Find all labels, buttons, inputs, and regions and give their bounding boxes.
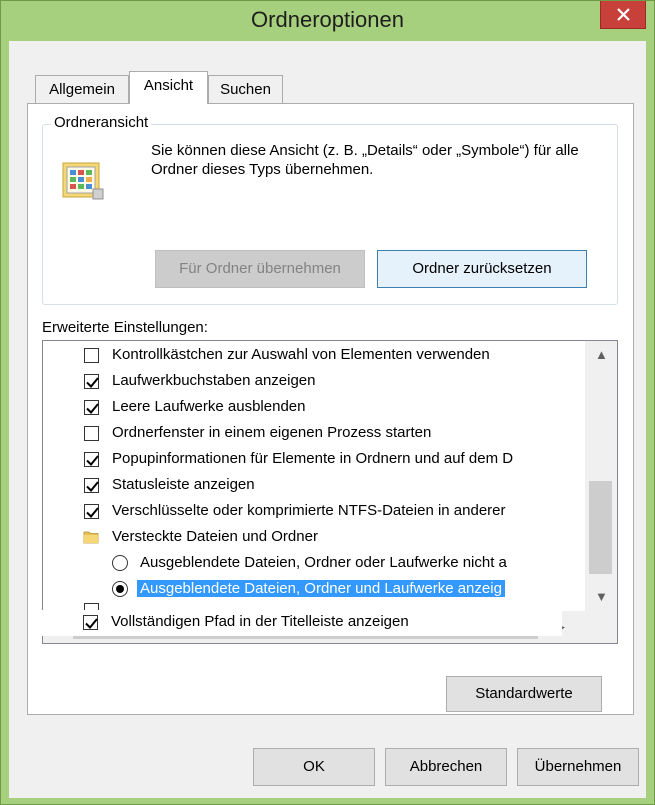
folder-view-icon bbox=[62, 162, 104, 200]
check-icon bbox=[86, 403, 99, 414]
list-item[interactable]: Leere Laufwerke ausblenden bbox=[43, 395, 583, 421]
advanced-settings-label: Erweiterte Einstellungen: bbox=[42, 319, 208, 336]
list-item-label: Vollständigen Pfad in der Titelleiste an… bbox=[111, 613, 409, 630]
check-icon bbox=[86, 481, 99, 492]
folder-view-group: Ordneransicht Sie können diese Ansicht (… bbox=[42, 114, 618, 305]
list-item-label: Popupinformationen für Elemente in Ordne… bbox=[112, 450, 514, 467]
apply-button[interactable]: Übernehmen bbox=[517, 748, 639, 786]
list-item-label: Ausgeblendete Dateien, Ordner und Laufwe… bbox=[137, 580, 505, 597]
vertical-scroll-thumb[interactable] bbox=[589, 481, 612, 574]
list-item[interactable]: Kontrollkästchen zur Auswahl von Element… bbox=[43, 343, 583, 369]
scroll-up-icon[interactable]: ▲ bbox=[595, 347, 608, 362]
list-item[interactable]: Vollständigen Pfad in der Titelleiste an… bbox=[42, 610, 562, 636]
list-item[interactable]: Ordnerfenster in einem eigenen Prozess s… bbox=[43, 421, 583, 447]
list-item[interactable]: Laufwerkbuchstaben anzeigen bbox=[43, 369, 583, 395]
checkbox[interactable] bbox=[84, 504, 99, 519]
list-item-label: Leere Laufwerke ausblenden bbox=[112, 398, 306, 415]
tab-label: Ansicht bbox=[143, 77, 194, 94]
tab-allgemein[interactable]: Allgemein bbox=[35, 75, 129, 103]
checkbox[interactable] bbox=[84, 348, 99, 363]
list-item-label: Laufwerkbuchstaben anzeigen bbox=[112, 372, 316, 389]
close-button[interactable] bbox=[600, 1, 646, 29]
title-bar[interactable]: Ordneroptionen bbox=[1, 1, 654, 41]
reset-folders-button[interactable]: Ordner zurücksetzen bbox=[377, 250, 587, 288]
list-item-label: Statusleiste anzeigen bbox=[112, 476, 255, 493]
list-item[interactable]: Verschlüsselte oder komprimierte NTFS-Da… bbox=[43, 499, 583, 525]
radio-dot bbox=[116, 585, 124, 593]
list-item-label: Kontrollkästchen zur Auswahl von Element… bbox=[112, 346, 490, 363]
checkbox[interactable] bbox=[84, 400, 99, 415]
window-title: Ordneroptionen bbox=[251, 7, 404, 32]
apply-to-folders-button[interactable]: Für Ordner übernehmen bbox=[155, 250, 365, 288]
list-item[interactable]: Versteckte Dateien und Ordner bbox=[43, 525, 583, 551]
radio-button[interactable] bbox=[112, 555, 128, 571]
check-icon bbox=[86, 455, 99, 466]
tab-ansicht[interactable]: Ansicht bbox=[129, 71, 208, 104]
checkbox[interactable] bbox=[83, 615, 98, 630]
group-label: Ordneransicht bbox=[51, 114, 152, 131]
folder-icon bbox=[83, 531, 99, 544]
check-icon bbox=[86, 507, 99, 518]
dialog-body: Allgemein Ansicht Suchen Ordneransicht S… bbox=[9, 41, 646, 798]
tab-label: Allgemein bbox=[49, 81, 115, 98]
cancel-button[interactable]: Abbrechen bbox=[385, 748, 507, 786]
scroll-down-icon[interactable]: ▼ bbox=[595, 589, 608, 604]
restore-defaults-button[interactable]: Standardwerte bbox=[446, 676, 602, 712]
check-icon bbox=[85, 618, 98, 629]
list-item-label: Ausgeblendete Dateien, Ordner oder Laufw… bbox=[140, 554, 507, 571]
close-icon bbox=[617, 8, 630, 21]
list-item-label: Verschlüsselte oder komprimierte NTFS-Da… bbox=[112, 502, 506, 519]
scrollbar-corner bbox=[585, 609, 617, 643]
list-item[interactable]: Statusleiste anzeigen bbox=[43, 473, 583, 499]
list-item[interactable]: Ausgeblendete Dateien, Ordner oder Laufw… bbox=[43, 551, 583, 577]
list-item-label: Ordnerfenster in einem eigenen Prozess s… bbox=[112, 424, 432, 441]
folder-options-window: Ordneroptionen Allgemein Ansicht Suchen … bbox=[0, 0, 655, 805]
check-icon bbox=[86, 377, 99, 388]
ok-button[interactable]: OK bbox=[253, 748, 375, 786]
advanced-settings-list[interactable]: Kontrollkästchen zur Auswahl von Element… bbox=[42, 340, 618, 644]
vertical-scrollbar[interactable]: ▲ ▼ bbox=[585, 341, 617, 609]
radio-button[interactable] bbox=[112, 581, 128, 597]
checkbox[interactable] bbox=[84, 374, 99, 389]
list-item-selected[interactable]: Ausgeblendete Dateien, Ordner und Laufwe… bbox=[43, 577, 583, 603]
tab-panel-ansicht: Ordneransicht Sie können diese Ansicht (… bbox=[27, 103, 634, 715]
list-item-label: Versteckte Dateien und Ordner bbox=[112, 528, 318, 545]
checkbox[interactable] bbox=[84, 426, 99, 441]
tab-suchen[interactable]: Suchen bbox=[208, 75, 283, 103]
tab-label: Suchen bbox=[220, 81, 271, 98]
checkbox[interactable] bbox=[84, 478, 99, 493]
checkbox[interactable] bbox=[84, 452, 99, 467]
folder-view-description: Sie können diese Ansicht (z. B. „Details… bbox=[151, 142, 579, 178]
list-item[interactable]: Popupinformationen für Elemente in Ordne… bbox=[43, 447, 583, 473]
